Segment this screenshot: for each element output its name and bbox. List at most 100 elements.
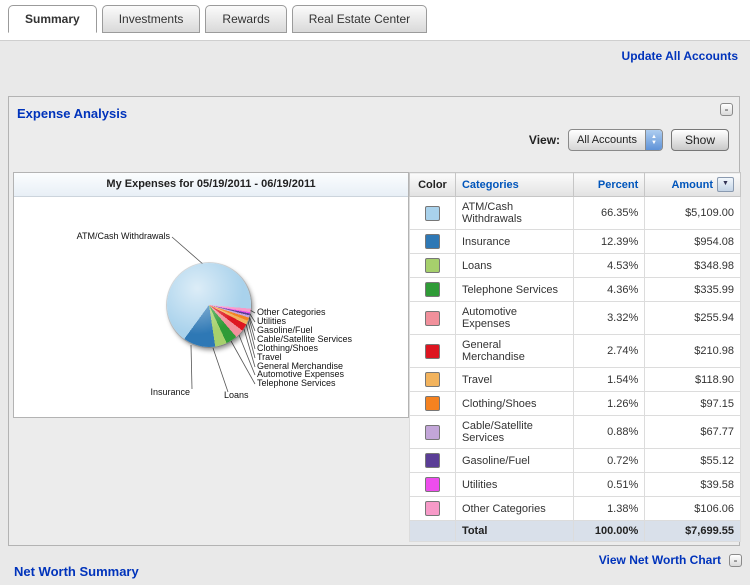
tab-rewards[interactable]: Rewards	[205, 5, 286, 33]
category-cell: Loans	[455, 254, 573, 278]
color-swatch	[425, 206, 440, 221]
color-cell	[410, 230, 456, 254]
amount-cell: $954.08	[645, 230, 741, 254]
amount-cell: $210.98	[645, 335, 741, 368]
table-row: Other Categories1.38%$106.06	[410, 497, 741, 521]
category-cell: Insurance	[455, 230, 573, 254]
category-cell: General Merchandise	[455, 335, 573, 368]
color-cell	[410, 302, 456, 335]
category-cell: Telephone Services	[455, 278, 573, 302]
amount-cell: $5,109.00	[645, 197, 741, 230]
view-controls: View: All Accounts ▲▼ Show	[529, 129, 729, 151]
table-row: Utilities0.51%$39.58	[410, 473, 741, 497]
total-color-cell	[410, 521, 456, 542]
expense-table: Color Categories Percent Amount ▼ ATM/Ca…	[409, 172, 741, 542]
percent-cell: 1.54%	[573, 368, 645, 392]
color-swatch	[425, 477, 440, 492]
category-cell: Utilities	[455, 473, 573, 497]
category-cell: Gasoline/Fuel	[455, 449, 573, 473]
main-content: Update All Accounts Expense Analysis - V…	[0, 40, 750, 585]
total-label-cell: Total	[455, 521, 573, 542]
table-row: Telephone Services4.36%$335.99	[410, 278, 741, 302]
color-cell	[410, 449, 456, 473]
color-swatch	[425, 425, 440, 440]
color-cell	[410, 197, 456, 230]
tab-real-estate-center[interactable]: Real Estate Center	[292, 5, 427, 33]
table-header-row: Color Categories Percent Amount ▼	[410, 173, 741, 197]
color-swatch	[425, 344, 440, 359]
col-header-amount[interactable]: Amount ▼	[645, 173, 741, 197]
accounts-select[interactable]: All Accounts ▲▼	[568, 129, 663, 151]
category-cell: Other Categories	[455, 497, 573, 521]
color-cell	[410, 254, 456, 278]
table-row: Clothing/Shoes1.26%$97.15	[410, 392, 741, 416]
show-button[interactable]: Show	[671, 129, 729, 151]
percent-cell: 4.53%	[573, 254, 645, 278]
col-header-color[interactable]: Color	[410, 173, 456, 197]
percent-cell: 1.38%	[573, 497, 645, 521]
networth-controls: View Net Worth Chart -	[599, 553, 742, 567]
color-swatch	[425, 282, 440, 297]
update-all-accounts-link[interactable]: Update All Accounts	[622, 49, 738, 63]
amount-cell: $255.94	[645, 302, 741, 335]
stepper-down-arrow-icon: ▼	[651, 140, 657, 146]
expense-panel-title: Expense Analysis	[17, 106, 127, 121]
col-header-percent[interactable]: Percent	[573, 173, 645, 197]
networth-section: Net Worth Summary View Net Worth Chart -	[0, 546, 750, 586]
networth-collapse-button[interactable]: -	[729, 554, 742, 567]
table-row: Travel1.54%$118.90	[410, 368, 741, 392]
color-cell	[410, 392, 456, 416]
amount-cell: $106.06	[645, 497, 741, 521]
tab-bar: Summary Investments Rewards Real Estate …	[8, 5, 427, 33]
amount-cell: $39.58	[645, 473, 741, 497]
expense-chart-panel: My Expenses for 05/19/2011 - 06/19/2011 …	[13, 172, 409, 418]
pie-chart-area: ATM/Cash WithdrawalsInsuranceLoansOther …	[14, 197, 408, 418]
update-accounts-row: Update All Accounts	[622, 49, 738, 63]
color-swatch	[425, 234, 440, 249]
view-networth-chart-link[interactable]: View Net Worth Chart	[599, 553, 721, 567]
expense-panel-collapse-button[interactable]: -	[720, 103, 733, 116]
category-cell: Travel	[455, 368, 573, 392]
color-cell	[410, 497, 456, 521]
amount-cell: $335.99	[645, 278, 741, 302]
expense-table-body: ATM/Cash Withdrawals66.35%$5,109.00Insur…	[410, 197, 741, 521]
percent-cell: 0.51%	[573, 473, 645, 497]
color-cell	[410, 473, 456, 497]
table-row: Cable/Satellite Services0.88%$67.77	[410, 416, 741, 449]
view-label: View:	[529, 133, 560, 147]
expense-analysis-panel: Expense Analysis - View: All Accounts ▲▼…	[8, 96, 740, 546]
percent-cell: 0.72%	[573, 449, 645, 473]
pie-label: Insurance	[150, 387, 190, 397]
pie-chart[interactable]	[167, 263, 251, 347]
color-swatch	[425, 453, 440, 468]
pie-label: Loans	[224, 390, 249, 400]
tab-summary[interactable]: Summary	[8, 5, 97, 33]
percent-cell: 3.32%	[573, 302, 645, 335]
select-stepper-icon: ▲▼	[645, 130, 662, 150]
category-cell: Clothing/Shoes	[455, 392, 573, 416]
percent-cell: 66.35%	[573, 197, 645, 230]
chart-title: My Expenses for 05/19/2011 - 06/19/2011	[14, 173, 408, 197]
amount-sort-dropdown-icon[interactable]: ▼	[717, 177, 734, 192]
color-cell	[410, 335, 456, 368]
table-row: Gasoline/Fuel0.72%$55.12	[410, 449, 741, 473]
percent-cell: 0.88%	[573, 416, 645, 449]
color-swatch	[425, 372, 440, 387]
col-header-categories[interactable]: Categories	[455, 173, 573, 197]
amount-cell: $97.15	[645, 392, 741, 416]
accounts-select-value: All Accounts	[569, 134, 645, 146]
percent-cell: 2.74%	[573, 335, 645, 368]
percent-cell: 12.39%	[573, 230, 645, 254]
color-swatch	[425, 258, 440, 273]
pie-label: Telephone Services	[257, 378, 336, 388]
amount-cell: $348.98	[645, 254, 741, 278]
category-cell: ATM/Cash Withdrawals	[455, 197, 573, 230]
table-row: Automotive Expenses3.32%$255.94	[410, 302, 741, 335]
tab-investments[interactable]: Investments	[102, 5, 201, 33]
category-cell: Cable/Satellite Services	[455, 416, 573, 449]
table-row: Insurance12.39%$954.08	[410, 230, 741, 254]
total-percent-cell: 100.00%	[573, 521, 645, 542]
table-row: General Merchandise2.74%$210.98	[410, 335, 741, 368]
color-swatch	[425, 501, 440, 516]
amount-cell: $67.77	[645, 416, 741, 449]
